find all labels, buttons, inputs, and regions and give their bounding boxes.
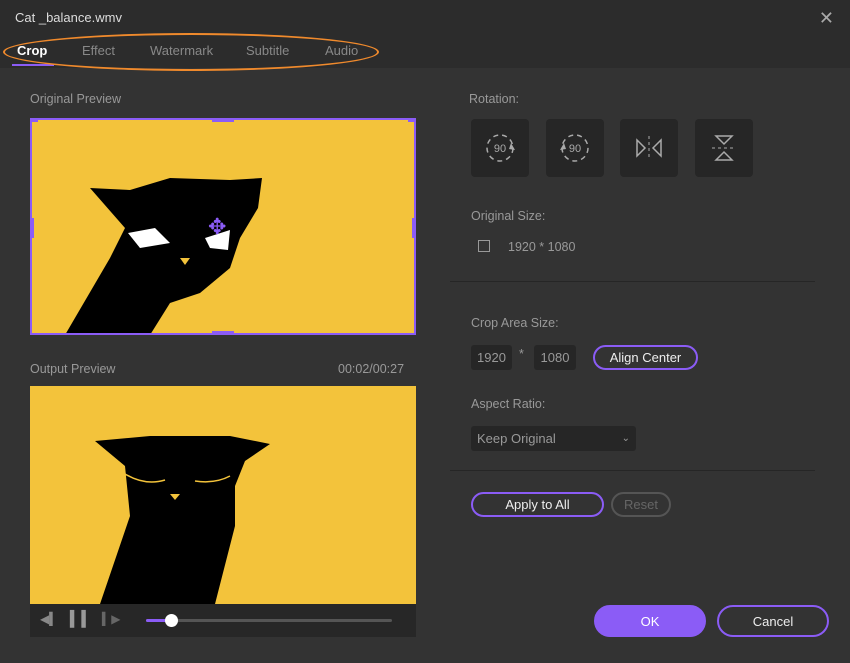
cancel-button[interactable]: Cancel [717, 605, 829, 637]
rotate-left-button[interactable]: 90 [546, 119, 604, 177]
reset-button[interactable]: Reset [611, 492, 671, 517]
resize-icon [478, 240, 490, 252]
playback-time: 00:02/00:27 [338, 362, 405, 376]
pause-icon[interactable]: ▍▍ [70, 610, 93, 628]
chevron-down-icon: ⌄ [621, 433, 630, 444]
crop-width-input[interactable]: 1920 [471, 345, 512, 370]
cat-image-output [95, 436, 270, 604]
original-size-label: Original Size: [471, 209, 546, 223]
rotate-right-button[interactable]: 90 [471, 119, 529, 177]
playback-controls: ◀▍ ▍▍ ▍▶ [30, 604, 416, 637]
slider-handle[interactable] [164, 614, 178, 627]
flip-vertical-button[interactable] [695, 119, 753, 177]
svg-text:90: 90 [494, 143, 506, 155]
flip-horizontal-button[interactable] [620, 119, 678, 177]
divider [450, 281, 815, 282]
window-title: Cat _balance.wmv [15, 10, 122, 25]
progress-slider[interactable] [146, 614, 392, 627]
apply-to-all-button[interactable]: Apply to All [471, 492, 604, 517]
crop-height-input[interactable]: 1080 [534, 345, 576, 370]
title-bar [0, 0, 850, 36]
output-preview-label: Output Preview [30, 362, 116, 376]
move-cursor-icon: ✥ [208, 214, 227, 239]
rotate-left-icon: 90 [560, 134, 589, 162]
align-center-button[interactable]: Align Center [593, 345, 698, 370]
rotate-right-icon: 90 [486, 134, 515, 162]
output-preview [30, 386, 416, 604]
crop-size-separator: * [519, 347, 524, 361]
crop-area-label: Crop Area Size: [471, 316, 559, 330]
aspect-ratio-label: Aspect Ratio: [471, 397, 546, 411]
aspect-ratio-dropdown[interactable]: Keep Original ⌄ [471, 426, 636, 451]
svg-text:90: 90 [569, 143, 581, 155]
original-size-value: 1920 * 1080 [508, 240, 576, 254]
flip-vertical-icon [712, 135, 736, 161]
previous-frame-icon[interactable]: ◀▍ [40, 612, 58, 626]
ok-button[interactable]: OK [594, 605, 706, 637]
divider [450, 470, 815, 471]
annotation-oval [3, 33, 379, 71]
next-frame-icon[interactable]: ▍▶ [102, 612, 120, 626]
close-icon[interactable]: ✕ [819, 8, 834, 29]
rotation-label: Rotation: [469, 92, 520, 106]
original-preview-label: Original Preview [30, 92, 122, 106]
aspect-ratio-value: Keep Original [477, 431, 556, 446]
flip-horizontal-icon [636, 136, 662, 160]
